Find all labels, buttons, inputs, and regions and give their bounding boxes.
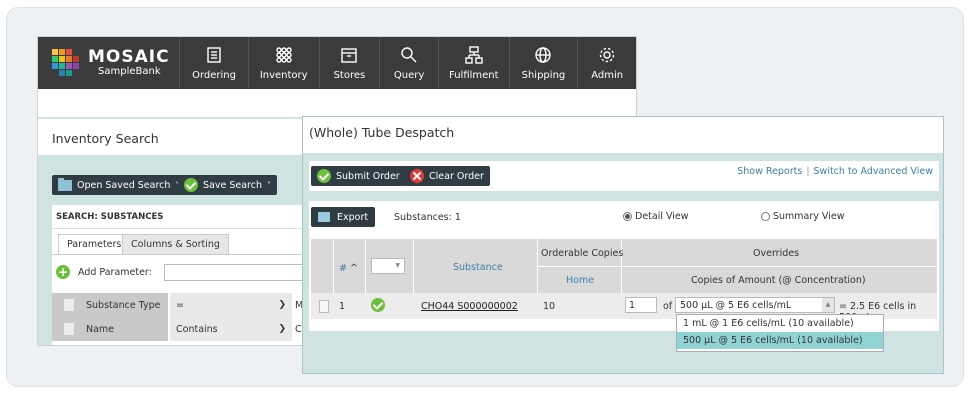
operator-value: Contains	[176, 323, 218, 335]
export-icon	[318, 212, 330, 222]
globe-icon	[534, 46, 552, 64]
brand-product: SampleBank	[98, 65, 161, 77]
button-label: Open Saved Search	[77, 179, 171, 191]
radio-label: Detail View	[635, 211, 689, 222]
nav-query[interactable]: Query	[379, 37, 438, 89]
folder-icon	[58, 177, 72, 191]
trash-icon[interactable]	[64, 299, 74, 311]
substances-count: Substances: 1	[394, 212, 461, 223]
operator-select[interactable]: = ❯	[168, 293, 292, 317]
section-heading: SEARCH: SUBSTANCES	[56, 212, 164, 222]
col-home[interactable]: Home	[566, 275, 594, 286]
nav-label: Fulfilment	[449, 69, 499, 81]
nav-ordering[interactable]: Ordering	[179, 37, 248, 89]
col-orderable-copies: Orderable Copies	[541, 248, 624, 259]
page-title: Inventory Search	[52, 131, 159, 146]
nav-stores[interactable]: Stores	[318, 37, 380, 89]
row-number: 1	[339, 301, 346, 312]
nav-label: Stores	[333, 69, 366, 81]
orderable-copies-value: 10	[543, 301, 556, 312]
nav-label: Inventory	[259, 69, 308, 81]
show-reports-link[interactable]: Show Reports	[737, 166, 802, 177]
amount-select[interactable]: 500 µL @ 5 E6 cells/mL ▲	[675, 297, 835, 313]
add-parameter-label: Add Parameter:	[78, 266, 152, 278]
radio-checked-icon	[623, 212, 632, 221]
nav-fulfilment[interactable]: Fulfilment	[437, 37, 509, 89]
plus-icon[interactable]: +	[56, 265, 70, 279]
operator-select[interactable]: Contains ❯	[168, 317, 292, 341]
col-number-label: #	[339, 263, 347, 274]
sort-icon: ^	[350, 263, 358, 274]
row-delete-icon[interactable]	[319, 300, 329, 313]
search-icon	[400, 46, 418, 64]
top-navigation: MOSAIC SampleBank Ordering Inventory Sto…	[38, 37, 636, 89]
action-bar: Submit Order Clear Order Show Reports | Sw…	[309, 161, 939, 191]
col-number[interactable]: # ^	[339, 263, 358, 274]
copies-quantity-input[interactable]: 1	[625, 297, 657, 313]
amount-value: 500 µL @ 5 E6 cells/mL	[680, 300, 792, 311]
store-icon	[340, 46, 358, 64]
status-check-icon	[371, 298, 385, 312]
nav-label: Ordering	[192, 69, 236, 81]
chevron-up-icon: ▲	[822, 298, 834, 312]
hierarchy-icon	[465, 45, 483, 64]
add-parameter-row: + Add Parameter:	[56, 265, 152, 279]
button-label: Save Search	[203, 179, 262, 191]
dialog-title: (Whole) Tube Despatch	[309, 125, 455, 140]
nav-admin[interactable]: Admin	[577, 37, 636, 89]
col-overrides: Overrides	[753, 248, 800, 259]
trash-icon[interactable]	[64, 323, 74, 335]
check-icon	[317, 169, 331, 183]
param-name: Name	[86, 323, 115, 335]
table-header: # ^ ▼ Substance Orderable Copies Home Ov…	[311, 239, 937, 293]
operator-value: =	[176, 299, 184, 311]
detail-view-radio[interactable]: Detail View	[623, 211, 689, 222]
check-icon	[184, 178, 198, 192]
save-search-button[interactable]: Save Search ˅	[178, 175, 277, 195]
gear-icon	[598, 46, 616, 64]
button-label: Submit Order	[336, 170, 400, 182]
col-copies-amount: Copies of Amount (@ Concentration)	[691, 275, 866, 286]
sub-header-bar	[38, 89, 636, 118]
nav-shipping[interactable]: Shipping	[508, 37, 578, 89]
of-label: of	[663, 301, 673, 312]
dropdown-option[interactable]: 1 mL @ 1 E6 cells/mL (10 available)	[677, 315, 883, 332]
param-row-substance-type: Substance Type = ❯	[52, 293, 292, 317]
button-label: Clear Order	[429, 170, 484, 182]
grid-icon	[275, 46, 293, 64]
substance-link[interactable]: CHO44 S000000002	[421, 301, 518, 312]
param-row-name: Name Contains ❯	[52, 317, 292, 341]
despatch-title-row: (Whole) Tube Despatch	[303, 117, 943, 154]
tab-parameters[interactable]: Parameters	[58, 234, 131, 254]
row-action-select[interactable]: ▼	[371, 258, 405, 274]
chevron-down-icon: ❯	[278, 324, 286, 334]
amount-dropdown-list: 1 mL @ 1 E6 cells/mL (10 available) 500 …	[676, 314, 884, 352]
advanced-view-link[interactable]: Switch to Advanced View	[814, 166, 933, 177]
nav-label: Query	[393, 69, 425, 81]
open-saved-search-button[interactable]: Open Saved Search ˅	[52, 175, 186, 195]
chevron-down-icon: ❯	[278, 300, 286, 310]
param-name: Substance Type	[86, 299, 161, 311]
brand-name: MOSAIC	[88, 46, 170, 67]
export-button[interactable]: Export	[311, 207, 376, 227]
chevron-down-icon: ˅	[266, 180, 271, 190]
button-label: Export	[337, 211, 369, 223]
close-icon	[410, 169, 424, 183]
mosaic-logo-icon	[52, 49, 80, 77]
dropdown-option-selected[interactable]: 500 µL @ 5 E6 cells/mL (10 available)	[677, 332, 883, 349]
logo[interactable]: MOSAIC SampleBank	[38, 37, 179, 89]
view-links: Show Reports | Switch to Advanced View	[737, 166, 933, 177]
radio-unchecked-icon	[761, 212, 770, 221]
nav-label: Admin	[591, 69, 624, 81]
order-table-panel: Export Substances: 1 Detail View Summary…	[309, 201, 939, 331]
nav-inventory[interactable]: Inventory	[247, 37, 319, 89]
tab-columns-sorting[interactable]: Columns & Sorting	[122, 234, 229, 254]
submit-order-button[interactable]: Submit Order	[311, 166, 406, 186]
nav-label: Shipping	[521, 69, 566, 81]
list-icon	[205, 46, 223, 64]
summary-view-radio[interactable]: Summary View	[761, 211, 844, 222]
clear-order-button[interactable]: Clear Order	[404, 166, 490, 186]
col-substance[interactable]: Substance	[453, 262, 503, 273]
radio-label: Summary View	[773, 211, 845, 222]
